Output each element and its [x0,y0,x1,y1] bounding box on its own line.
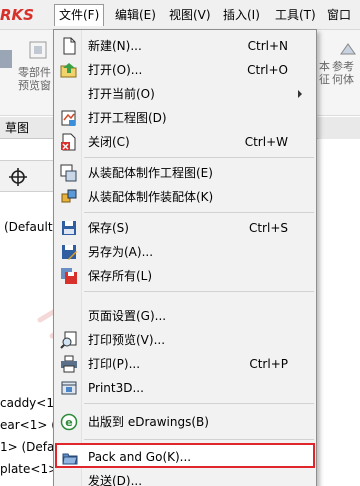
menu-item-label: 打开工程图(D) [88,111,167,125]
svg-text:e: e [65,416,72,429]
menu-separator [84,157,314,158]
menu-item-label: 从装配体制作装配体(K) [88,190,214,204]
menu-view[interactable]: 视图(V) [165,4,215,26]
save-all-icon [61,268,77,284]
pack-and-go-icon [62,453,78,465]
menu-item-label: Print3D... [88,381,144,395]
property-manager-icon[interactable] [8,167,28,187]
menu-insert[interactable]: 插入(I) [219,4,264,26]
menu-item-save-as[interactable]: 另存为(A)... [56,240,314,264]
reference-geometry-label: 参考 何体 [332,60,354,86]
shortcut-label: Ctrl+P [249,357,288,371]
menu-item-label: 打开当前(O) [88,87,155,101]
edrawings-icon: e [60,413,78,431]
menu-edit[interactable]: 编辑(E) [111,4,160,26]
menu-item-label: 出版到 eDrawings(B) [88,415,209,429]
component-preview-label: 零部件 预览窗 [18,66,51,92]
component-preview-icon[interactable] [28,40,48,60]
tree-item[interactable]: plate<1> [0,462,58,476]
app-logo: RKS [0,6,34,24]
tree-item[interactable]: caddy<1 [0,396,54,410]
manager-toolbar [0,160,55,192]
menu-item-save-all[interactable]: 保存所有(L) [56,264,314,288]
menu-bar: RKS 文件(F) 编辑(E) 视图(V) 插入(I) 工具(T) 窗口 [0,0,360,30]
file-menu-dropdown: 新建(N)... Ctrl+N 打开(O)... Ctrl+O 打开当前(O) … [53,29,317,486]
shortcut-label: Ctrl+N [247,39,288,53]
menu-item-label: 页面设置(G)... [88,309,167,323]
menu-item-label: 打印(P)... [88,357,141,371]
menu-item-close[interactable]: 关闭(C) Ctrl+W [56,130,314,154]
make-drawing-icon [60,164,77,182]
menu-item-label: 另存为(A)... [88,245,154,259]
reference-geometry-icon[interactable] [338,40,358,60]
open-drawing-icon [61,110,76,126]
menu-item-make-drawing[interactable]: 从装配体制作工程图(E) [56,161,314,185]
shortcut-label: Ctrl+S [248,221,288,235]
menu-item-save[interactable]: 保存(S) Ctrl+S [56,216,314,240]
menu-item-page-setup[interactable]: 页面设置(G)... [56,304,314,328]
menu-item-label: 关闭(C) [88,135,130,149]
menu-item-label: 保存所有(L) [88,269,153,283]
close-document-icon [61,133,76,151]
menu-item-label: Pack and Go(K)... [88,450,192,464]
menu-item-label: 打印预览(V)... [88,333,166,347]
open-folder-icon [60,63,77,78]
tab-sketch[interactable]: 草图 [0,117,34,139]
print-preview-icon [60,331,77,349]
save-as-icon [62,245,77,260]
menu-item-open-drawing[interactable]: 打开工程图(D) [56,106,314,130]
menu-item-send[interactable]: 发送(D)... [56,469,314,486]
new-document-icon [63,37,76,55]
menu-item-label: 保存(S) [88,221,129,235]
menu-item-label: 发送(D)... [88,474,143,486]
make-assembly-icon [61,189,77,203]
menu-item-label: 新建(N)... [88,39,142,53]
print-icon [61,355,77,373]
save-icon [62,221,76,235]
menu-separator [84,403,314,404]
menu-item-pack-and-go[interactable]: Pack and Go(K)... [55,443,315,468]
menu-item-make-assembly[interactable]: 从装配体制作装配体(K) [56,185,314,209]
feature-label: 本 征 [319,60,330,86]
menu-item-print[interactable]: 打印(P)... Ctrl+P [56,352,314,376]
partial-toolbar-icon[interactable] [0,44,14,74]
shortcut-label: Ctrl+O [247,63,288,77]
menu-item-label: 打开(O)... [88,63,143,77]
menu-item-publish-edrawings[interactable]: e 出版到 eDrawings(B) [56,410,314,434]
tab-strip-right [318,117,360,139]
menu-window[interactable]: 窗口 [323,4,355,26]
shortcut-label: Ctrl+W [244,135,288,149]
menu-tools[interactable]: 工具(T) [271,4,320,26]
submenu-arrow-icon [298,90,302,98]
menu-item-open-current[interactable]: 打开当前(O) [56,82,314,106]
menu-separator [84,439,314,440]
menu-item-print-preview[interactable]: 打印预览(V)... [56,328,314,352]
menu-separator [84,291,314,292]
print3d-icon [61,381,77,395]
menu-separator [84,212,314,213]
menu-item-open[interactable]: 打开(O)... Ctrl+O [56,58,314,82]
menu-item-print3d[interactable]: Print3D... [56,376,314,400]
menu-item-new[interactable]: 新建(N)... Ctrl+N [56,34,314,58]
tree-item-root[interactable]: (Default- [4,220,57,234]
menu-item-label: 从装配体制作工程图(E) [88,166,213,180]
menu-file[interactable]: 文件(F) [54,4,105,26]
